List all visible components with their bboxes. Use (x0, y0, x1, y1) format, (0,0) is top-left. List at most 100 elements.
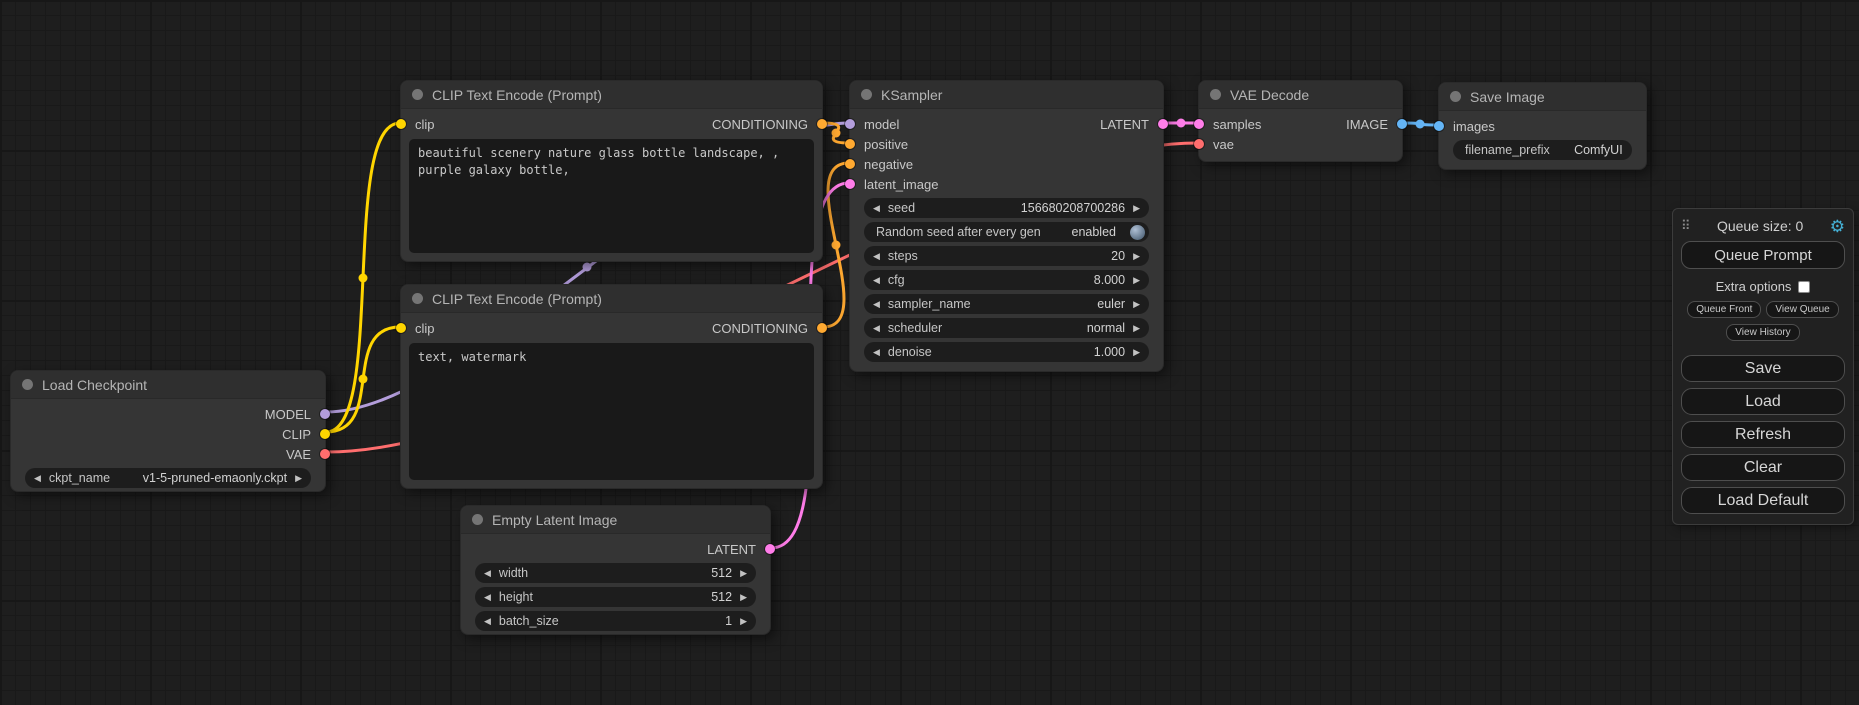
node-empty-latent-image[interactable]: Empty Latent Image LATENT ◀ width 512 ▶ … (460, 505, 771, 635)
input-slot-positive: positive (850, 134, 1163, 154)
steps-widget[interactable]: ◀ steps 20 ▶ (864, 246, 1149, 266)
node-clip-text-encode-positive[interactable]: CLIP Text Encode (Prompt) clip CONDITION… (400, 80, 823, 262)
save-button[interactable]: Save (1681, 355, 1845, 382)
extra-options-label: Extra options (1716, 279, 1792, 294)
slot-label: CONDITIONING (712, 117, 808, 132)
increment-arrow-icon[interactable]: ▶ (1133, 252, 1140, 261)
load-default-button[interactable]: Load Default (1681, 487, 1845, 514)
decrement-arrow-icon[interactable]: ◀ (873, 324, 880, 333)
load-button[interactable]: Load (1681, 388, 1845, 415)
node-save-image[interactable]: Save Image images filename_prefix ComfyU… (1438, 82, 1647, 170)
node-titlebar[interactable]: CLIP Text Encode (Prompt) (401, 81, 822, 109)
width-widget[interactable]: ◀ width 512 ▶ (475, 563, 756, 583)
random-seed-toggle-widget[interactable]: Random seed after every gen enabled (864, 222, 1149, 242)
collapse-dot-icon[interactable] (412, 89, 423, 100)
latent-slot-dot-icon[interactable] (1158, 119, 1168, 129)
seed-widget[interactable]: ◀ seed 156680208700286 ▶ (864, 198, 1149, 218)
node-titlebar[interactable]: Empty Latent Image (461, 506, 770, 534)
decrement-arrow-icon[interactable]: ◀ (873, 252, 880, 261)
increment-arrow-icon[interactable]: ▶ (1133, 204, 1140, 213)
image-slot-dot-icon[interactable] (1434, 121, 1444, 131)
toggle-knob-icon[interactable] (1130, 225, 1145, 240)
batch-size-widget[interactable]: ◀ batch_size 1 ▶ (475, 611, 756, 631)
node-ksampler[interactable]: KSampler model LATENT positive negative … (849, 80, 1164, 372)
widget-value: ComfyUI (1550, 143, 1623, 157)
model-slot-dot-icon[interactable] (845, 119, 855, 129)
decrement-arrow-icon[interactable]: ◀ (873, 300, 880, 309)
widget-value: 512 (711, 590, 732, 604)
clip-slot-dot-icon[interactable] (320, 429, 330, 439)
collapse-dot-icon[interactable] (1450, 91, 1461, 102)
collapse-dot-icon[interactable] (412, 293, 423, 304)
conditioning-slot-dot-icon[interactable] (817, 323, 827, 333)
extra-options-checkbox[interactable] (1798, 281, 1810, 293)
link-midpoint-dot (583, 263, 592, 272)
image-slot-dot-icon[interactable] (1397, 119, 1407, 129)
increment-arrow-icon[interactable]: ▶ (740, 569, 747, 578)
cfg-widget[interactable]: ◀ cfg 8.000 ▶ (864, 270, 1149, 290)
input-slot-images: images (1439, 116, 1646, 136)
decrement-arrow-icon[interactable]: ◀ (873, 276, 880, 285)
widget-label: sampler_name (888, 297, 971, 311)
decrement-arrow-icon[interactable]: ◀ (873, 204, 880, 213)
increment-arrow-icon[interactable]: ▶ (295, 474, 302, 483)
increment-arrow-icon[interactable]: ▶ (1133, 300, 1140, 309)
decrement-arrow-icon[interactable]: ◀ (484, 617, 491, 626)
model-slot-dot-icon[interactable] (320, 409, 330, 419)
ckpt-name-widget[interactable]: ◀ ckpt_name v1-5-pruned-emaonly.ckpt ▶ (25, 468, 311, 488)
decrement-arrow-icon[interactable]: ◀ (873, 348, 880, 357)
node-title: VAE Decode (1230, 87, 1309, 103)
collapse-dot-icon[interactable] (1210, 89, 1221, 100)
clip-slot-dot-icon[interactable] (396, 119, 406, 129)
link-midpoint-dot (359, 375, 368, 384)
queue-front-button[interactable]: Queue Front (1687, 301, 1761, 318)
conditioning-slot-dot-icon[interactable] (845, 139, 855, 149)
node-vae-decode[interactable]: VAE Decode samples IMAGE vae (1198, 80, 1403, 162)
clear-button[interactable]: Clear (1681, 454, 1845, 481)
scheduler-widget[interactable]: ◀ scheduler normal ▶ (864, 318, 1149, 338)
filename-prefix-widget[interactable]: filename_prefix ComfyUI (1453, 140, 1632, 160)
node-titlebar[interactable]: Save Image (1439, 83, 1646, 111)
increment-arrow-icon[interactable]: ▶ (740, 593, 747, 602)
prompt-textarea[interactable]: text, watermark (409, 343, 814, 480)
decrement-arrow-icon[interactable]: ◀ (34, 474, 41, 483)
height-widget[interactable]: ◀ height 512 ▶ (475, 587, 756, 607)
sampler-name-widget[interactable]: ◀ sampler_name euler ▶ (864, 294, 1149, 314)
widget-label: filename_prefix (1465, 143, 1550, 157)
widget-label: width (499, 566, 528, 580)
node-titlebar[interactable]: Load Checkpoint (11, 371, 325, 399)
collapse-dot-icon[interactable] (472, 514, 483, 525)
node-titlebar[interactable]: CLIP Text Encode (Prompt) (401, 285, 822, 313)
drag-handle-icon[interactable]: ⠿ (1681, 218, 1691, 234)
conditioning-slot-dot-icon[interactable] (845, 159, 855, 169)
denoise-widget[interactable]: ◀ denoise 1.000 ▶ (864, 342, 1149, 362)
latent-slot-dot-icon[interactable] (765, 544, 775, 554)
vae-slot-dot-icon[interactable] (1194, 139, 1204, 149)
node-load-checkpoint[interactable]: Load Checkpoint MODEL CLIP VAE ◀ ckpt_na… (10, 370, 326, 492)
node-titlebar[interactable]: VAE Decode (1199, 81, 1402, 109)
latent-slot-dot-icon[interactable] (1194, 119, 1204, 129)
increment-arrow-icon[interactable]: ▶ (1133, 348, 1140, 357)
conditioning-slot-dot-icon[interactable] (817, 119, 827, 129)
decrement-arrow-icon[interactable]: ◀ (484, 569, 491, 578)
node-graph-canvas[interactable]: Load Checkpoint MODEL CLIP VAE ◀ ckpt_na… (0, 0, 1859, 705)
clip-slot-dot-icon[interactable] (396, 323, 406, 333)
decrement-arrow-icon[interactable]: ◀ (484, 593, 491, 602)
increment-arrow-icon[interactable]: ▶ (1133, 276, 1140, 285)
slot-label: vae (1213, 137, 1234, 152)
increment-arrow-icon[interactable]: ▶ (740, 617, 747, 626)
vae-slot-dot-icon[interactable] (320, 449, 330, 459)
increment-arrow-icon[interactable]: ▶ (1133, 324, 1140, 333)
node-clip-text-encode-negative[interactable]: CLIP Text Encode (Prompt) clip CONDITION… (400, 284, 823, 489)
collapse-dot-icon[interactable] (861, 89, 872, 100)
refresh-button[interactable]: Refresh (1681, 421, 1845, 448)
collapse-dot-icon[interactable] (22, 379, 33, 390)
latent-slot-dot-icon[interactable] (845, 179, 855, 189)
slot-label: LATENT (707, 542, 756, 557)
prompt-textarea[interactable]: beautiful scenery nature glass bottle la… (409, 139, 814, 253)
view-queue-button[interactable]: View Queue (1766, 301, 1838, 318)
queue-prompt-button[interactable]: Queue Prompt (1681, 241, 1845, 269)
view-history-button[interactable]: View History (1726, 324, 1799, 341)
settings-gear-icon[interactable]: ⚙ (1830, 218, 1845, 235)
node-titlebar[interactable]: KSampler (850, 81, 1163, 109)
